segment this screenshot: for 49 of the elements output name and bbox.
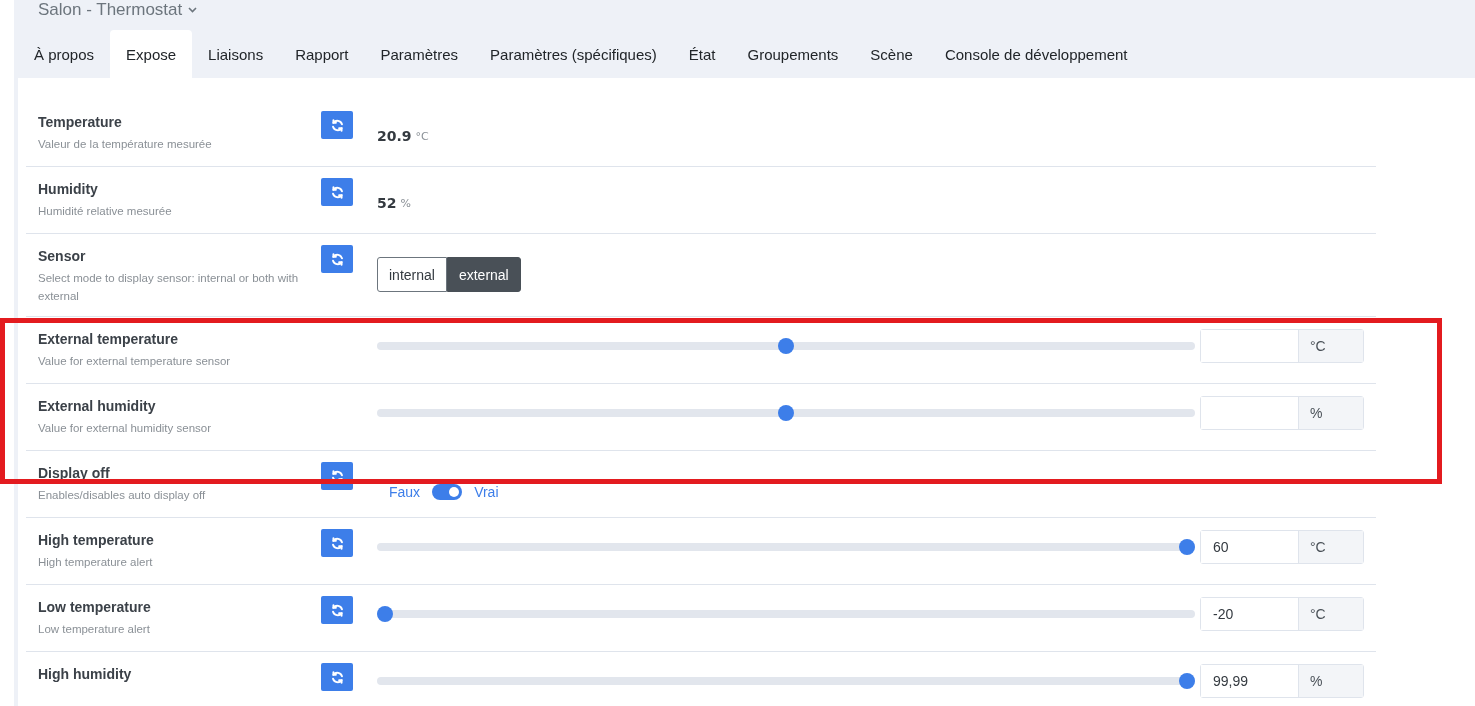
tab[interactable]: Paramètres [364,30,475,78]
property-name: External temperature [38,330,180,347]
tab[interactable]: À propos [18,30,111,78]
property-name: Display off [38,464,111,481]
number-input[interactable]: 60 [1201,531,1299,563]
device-title[interactable]: Salon - Thermostat [38,0,183,20]
unit-label: % [1299,397,1363,429]
number-field[interactable]: -20 °C [1200,597,1364,631]
tab[interactable]: Liaisons [192,30,280,78]
tab[interactable]: Console de développement [928,30,1144,78]
property-name: Low temperature [38,598,152,615]
tab[interactable]: Paramètres (spécifiques) [474,30,673,78]
tab[interactable]: État [672,30,732,78]
number-field[interactable]: °C [1200,329,1364,363]
unit-label: °C [1299,598,1363,630]
property-name: Sensor [38,247,87,264]
property-name: Humidity [38,180,99,197]
mode-option[interactable]: internal [377,257,447,292]
tab[interactable]: Rapport [279,30,365,78]
unit-label: °C [415,129,429,143]
reading-value: 52 [377,195,397,211]
toggle-label: Faux [389,484,421,500]
number-field[interactable]: 60 °C [1200,530,1364,564]
property-description: High temperature alert [38,555,154,570]
property-description: Value for external humidity sensor [38,421,212,436]
property-name: High temperature [38,531,155,548]
unit-label: % [400,196,411,210]
tab[interactable]: Scène [854,30,929,78]
reading-value: 20.9 [377,128,412,144]
property-name: Temperature [38,113,123,130]
property-description: Select mode to display sensor: internal or both with external [38,271,300,304]
property-description: Valeur de la température mesurée [38,137,213,152]
number-input[interactable]: 99,99 [1201,665,1299,697]
unit-label: °C [1299,330,1363,362]
number-input[interactable]: -20 [1201,598,1299,630]
property-description: Humidité relative mesurée [38,204,173,219]
unit-label: % [1299,665,1363,697]
mode-option[interactable]: external [446,257,521,292]
property-name: High humidity [38,665,133,682]
property-name: External humidity [38,397,157,414]
tab[interactable]: Expose [110,30,193,78]
tab[interactable]: Groupements [731,30,855,78]
number-field[interactable]: % [1200,396,1364,430]
toggle-label: Vrai [474,484,499,500]
property-description: Value for external temperature sensor [38,354,232,369]
property-description: Low temperature alert [38,622,151,637]
unit-label: °C [1299,531,1363,563]
number-field[interactable]: 99,99 % [1200,664,1364,698]
property-description: Enables/disables auto display off [38,488,207,503]
